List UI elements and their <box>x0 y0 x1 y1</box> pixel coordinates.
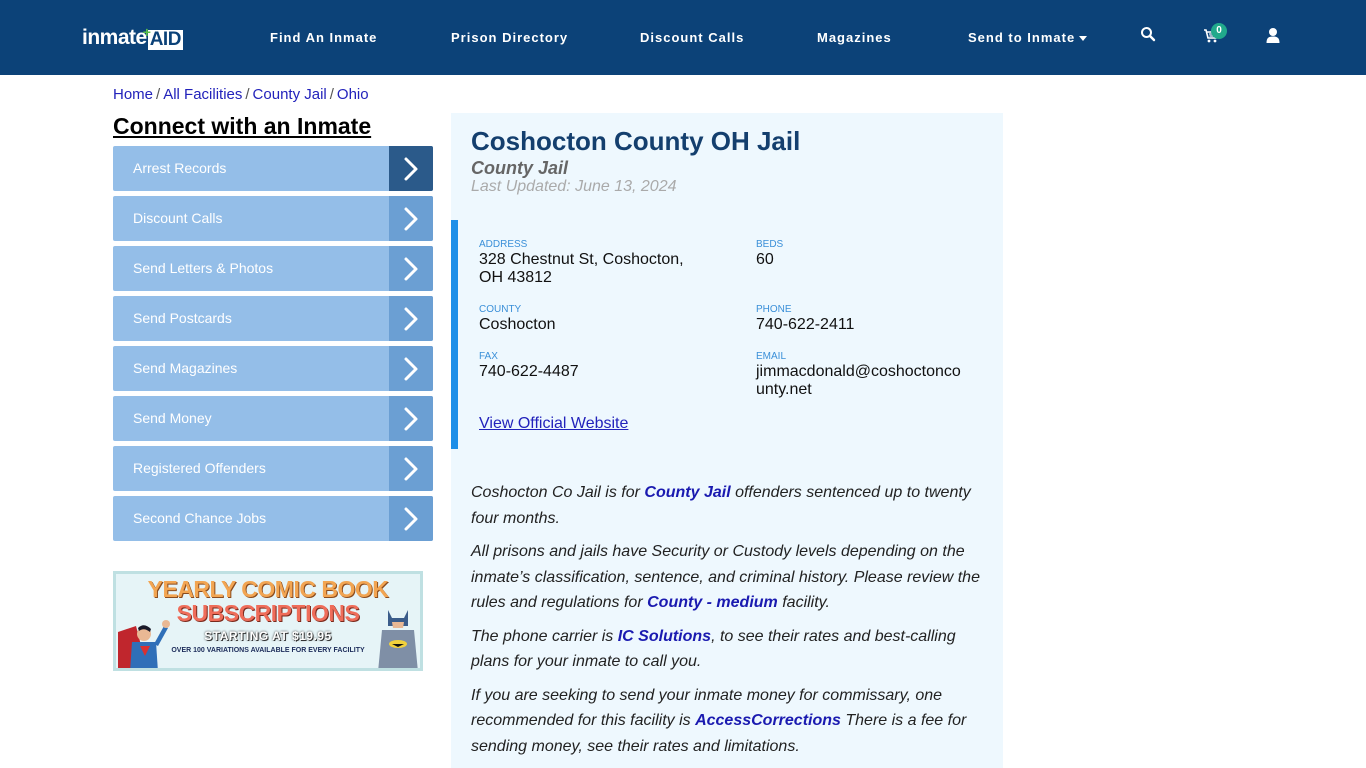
address-value-line1: 328 Chestnut St, Coshocton, <box>479 251 684 268</box>
county-label: COUNTY <box>479 304 522 315</box>
breadcrumb-all-facilities[interactable]: All Facilities <box>163 86 242 103</box>
facility-type: County Jail <box>471 158 569 178</box>
phone-carrier-link[interactable]: IC Solutions <box>618 628 711 645</box>
breadcrumb-home[interactable]: Home <box>113 86 153 103</box>
beds-value: 60 <box>756 251 774 268</box>
fax-label: FAX <box>479 351 498 362</box>
nav-magazines[interactable]: Magazines <box>817 30 892 45</box>
security-level-link[interactable]: County - medium <box>647 594 778 611</box>
search-icon[interactable] <box>1140 26 1160 46</box>
inmateaid-logo[interactable]: inmate + AID <box>82 24 183 50</box>
nav-find-an-inmate[interactable]: Find An Inmate <box>270 30 377 45</box>
last-updated: Last Updated: June 13, 2024 <box>471 178 677 195</box>
chevron-right-icon <box>389 296 433 341</box>
beds-field: BEDS 60 <box>756 239 783 269</box>
logo-accent: AID <box>149 29 182 50</box>
sidebar-item-send-letters-photos[interactable]: Send Letters & Photos <box>113 246 433 291</box>
breadcrumb-county-jail[interactable]: County Jail <box>253 86 327 103</box>
chevron-right-icon <box>389 246 433 291</box>
facility-title: Coshocton County OH Jail <box>471 126 801 156</box>
county-jail-link[interactable]: County Jail <box>644 484 730 501</box>
chevron-right-icon <box>389 146 433 191</box>
sidebar-item-label: Registered Offenders <box>133 460 266 476</box>
phone-field: PHONE 740-622-2411 <box>756 304 854 334</box>
logo-plus-icon: + <box>142 24 151 40</box>
sidebar-item-label: Arrest Records <box>133 160 227 176</box>
facility-description: Coshocton Co Jail is for County Jail off… <box>471 480 991 767</box>
cart-count-badge: 0 <box>1211 23 1227 39</box>
comic-subscription-banner[interactable]: YEARLY COMIC BOOK SUBSCRIPTIONS STARTING… <box>113 571 423 671</box>
sidebar-item-label: Send Letters & Photos <box>133 260 274 276</box>
nav-discount-calls[interactable]: Discount Calls <box>640 30 744 45</box>
sidebar-item-label: Second Chance Jobs <box>133 510 267 526</box>
sidebar-item-label: Send Magazines <box>133 360 238 376</box>
description-paragraph: All prisons and jails have Security or C… <box>471 539 991 616</box>
sidebar-item-send-money[interactable]: Send Money <box>113 396 433 441</box>
sidebar-item-second-chance-jobs[interactable]: Second Chance Jobs <box>113 496 433 541</box>
address-label: ADDRESS <box>479 239 528 250</box>
fax-value: 740-622-4487 <box>479 363 579 380</box>
email-label: EMAIL <box>756 351 787 362</box>
sidebar-item-registered-offenders[interactable]: Registered Offenders <box>113 446 433 491</box>
breadcrumb-separator: / <box>329 86 334 103</box>
logo-aid: + AID <box>143 24 183 50</box>
banner-subheadline: SUBSCRIPTIONS <box>176 600 360 626</box>
banner-tagline: OVER 100 VARIATIONS AVAILABLE FOR EVERY … <box>171 647 365 654</box>
phone-value[interactable]: 740-622-2411 <box>756 316 854 334</box>
facility-info-box: ADDRESS 328 Chestnut St, Coshocton, OH 4… <box>451 220 1003 449</box>
user-icon[interactable] <box>1265 27 1285 47</box>
county-value: Coshocton <box>479 316 556 333</box>
county-field: COUNTY Coshocton <box>479 304 556 334</box>
view-official-website-link[interactable]: View Official Website <box>479 415 628 433</box>
address-field: ADDRESS 328 Chestnut St, Coshocton, OH 4… <box>479 239 719 287</box>
address-value-line2: OH 43812 <box>479 269 552 286</box>
nav-send-to-inmate[interactable]: Send to Inmate <box>968 30 1088 45</box>
beds-label: BEDS <box>756 239 784 250</box>
description-paragraph: Coshocton Co Jail is for County Jail off… <box>471 480 991 531</box>
sidebar-item-send-postcards[interactable]: Send Postcards <box>113 296 433 341</box>
sidebar-item-label: Discount Calls <box>133 210 223 226</box>
email-value-line2[interactable]: unty.net <box>756 381 961 399</box>
text: facility. <box>777 594 830 611</box>
sidebar-item-discount-calls[interactable]: Discount Calls <box>113 196 433 241</box>
chevron-right-icon <box>389 446 433 491</box>
nav-prison-directory[interactable]: Prison Directory <box>451 30 568 45</box>
description-paragraph: The phone carrier is IC Solutions, to se… <box>471 624 991 675</box>
logo-text: inmate <box>82 26 147 49</box>
text: The phone carrier is <box>471 627 618 645</box>
chevron-right-icon <box>389 396 433 441</box>
email-field: EMAIL jimmacdonald@coshoctonco unty.net <box>756 351 961 399</box>
chevron-right-icon <box>389 496 433 541</box>
breadcrumb: Home / All Facilities / County Jail / Ohio <box>113 86 369 103</box>
nav-send-to-inmate-label: Send to Inmate <box>968 30 1076 45</box>
banner-headline: YEARLY COMIC BOOK <box>147 576 389 602</box>
sidebar-item-send-magazines[interactable]: Send Magazines <box>113 346 433 391</box>
facility-panel: Coshocton County OH Jail County Jail Las… <box>451 113 1003 768</box>
sidebar-item-label: Send Money <box>133 410 212 426</box>
money-provider-link[interactable]: AccessCorrections <box>695 712 841 729</box>
fax-field: FAX 740-622-4487 <box>479 351 579 381</box>
sidebar-item-label: Send Postcards <box>133 310 232 326</box>
connect-menu: Arrest Records Discount Calls Send Lette… <box>113 146 433 546</box>
breadcrumb-ohio[interactable]: Ohio <box>337 86 369 103</box>
breadcrumb-separator: / <box>156 86 161 103</box>
chevron-right-icon <box>389 196 433 241</box>
sidebar-item-arrest-records[interactable]: Arrest Records <box>113 146 433 191</box>
phone-label: PHONE <box>756 304 792 315</box>
email-value-line1[interactable]: jimmacdonald@coshoctonco <box>756 363 961 381</box>
text: Coshocton Co Jail is for <box>471 484 645 501</box>
banner-price: STARTING AT $19.95 <box>204 629 332 643</box>
caret-down-icon <box>1079 36 1088 42</box>
description-paragraph: If you are seeking to send your inmate m… <box>471 683 991 760</box>
connect-heading[interactable]: Connect with an Inmate <box>113 113 371 140</box>
chevron-right-icon <box>389 346 433 391</box>
top-navbar: inmate + AID Find An Inmate Prison Directo… <box>0 0 1366 75</box>
breadcrumb-separator: / <box>245 86 250 103</box>
